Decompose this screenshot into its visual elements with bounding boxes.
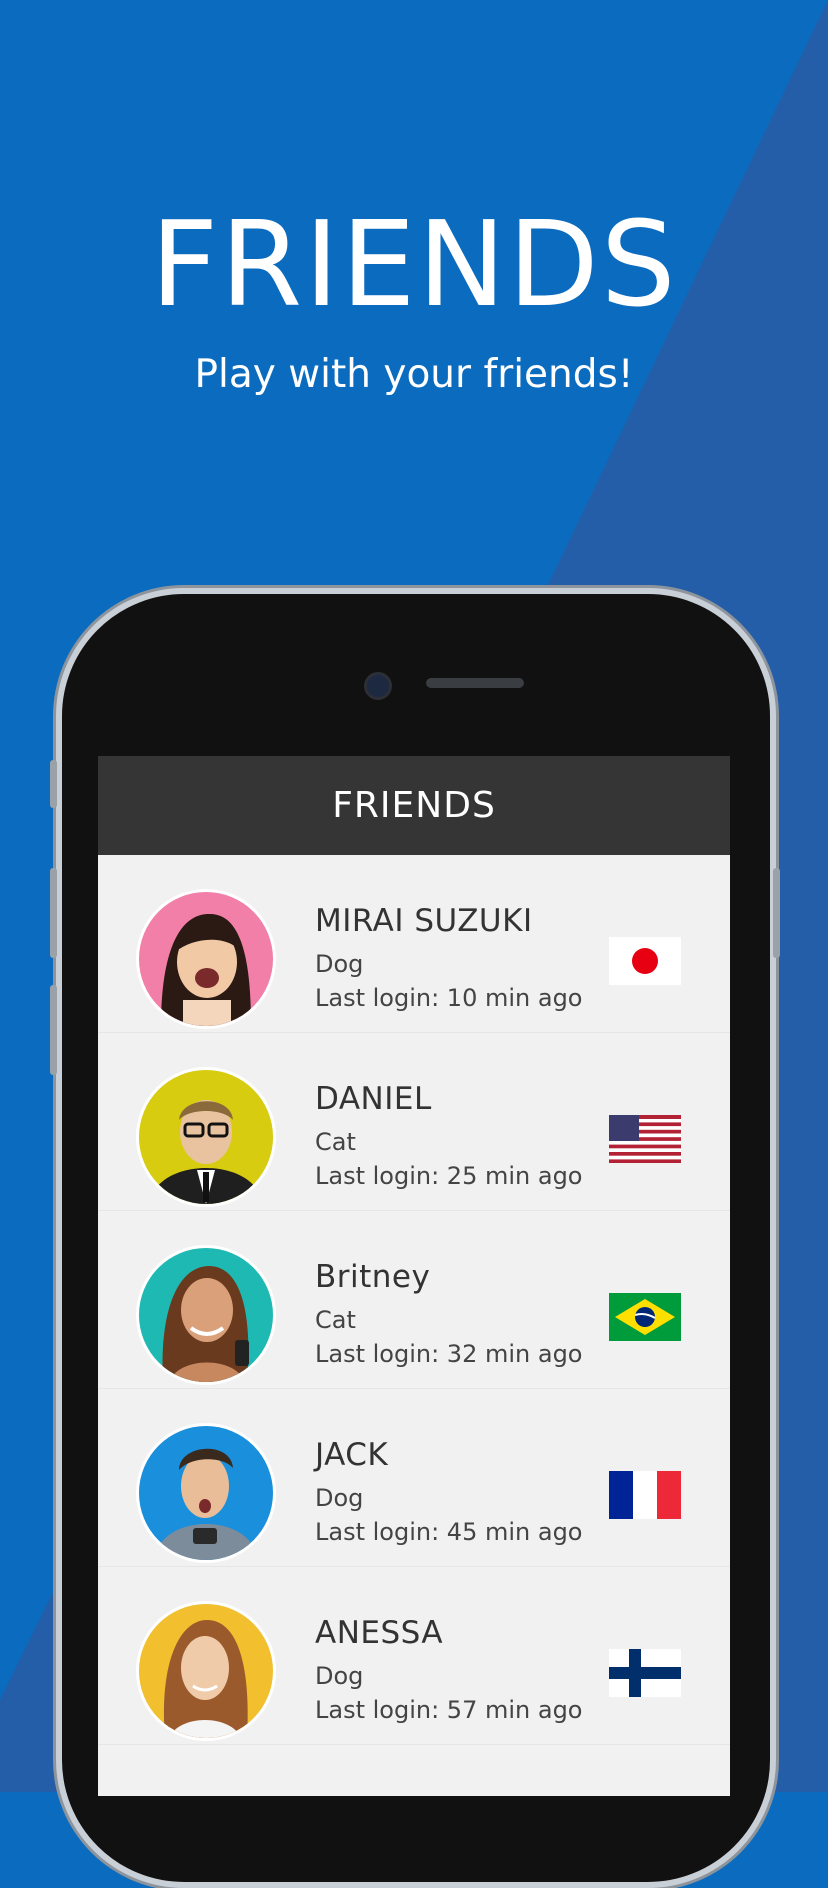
friend-last-login: Last login: 45 min ago [315, 1518, 583, 1546]
friend-name: JACK [315, 1437, 389, 1473]
friend-row[interactable]: Britney Cat Last login: 32 min ago [98, 1211, 730, 1389]
france-flag-icon [609, 1471, 681, 1519]
friends-list: MIRAI SUZUKI Dog Last login: 10 min ago [98, 855, 730, 1745]
promo-title: FRIENDS [150, 195, 678, 333]
friend-pet: Dog [315, 1662, 364, 1690]
friend-row[interactable]: JACK Dog Last login: 45 min ago [98, 1389, 730, 1567]
friend-pet: Cat [315, 1128, 356, 1156]
phone-power-button [773, 868, 780, 958]
promo-subtitle: Play with your friends! [194, 352, 634, 397]
front-camera [364, 672, 392, 700]
app-header: FRIENDS [98, 756, 730, 855]
friend-last-login: Last login: 57 min ago [315, 1696, 583, 1724]
finland-flag-icon [609, 1649, 681, 1697]
friend-last-login: Last login: 25 min ago [315, 1162, 583, 1190]
friend-pet: Dog [315, 1484, 364, 1512]
japan-flag-icon [609, 937, 681, 985]
friend-pet: Cat [315, 1306, 356, 1334]
app-screen: FRIENDS MIRAI SUZUKI Dog Last login: 10 … [98, 756, 730, 1796]
friend-name: Britney [315, 1259, 431, 1295]
usa-flag-icon [609, 1115, 681, 1163]
friend-row[interactable]: MIRAI SUZUKI Dog Last login: 10 min ago [98, 855, 730, 1033]
avatar [136, 1067, 276, 1207]
avatar [136, 1423, 276, 1563]
friend-last-login: Last login: 10 min ago [315, 984, 583, 1012]
friend-row[interactable]: DANIEL Cat Last login: 25 min ago [98, 1033, 730, 1211]
earpiece-speaker [426, 678, 524, 688]
friend-row[interactable]: ANESSA Dog Last login: 57 min ago [98, 1567, 730, 1745]
friend-name: ANESSA [315, 1615, 444, 1651]
avatar [136, 1601, 276, 1741]
phone-side-button [50, 760, 57, 808]
friend-last-login: Last login: 32 min ago [315, 1340, 583, 1368]
friend-name: MIRAI SUZUKI [315, 903, 533, 939]
brazil-flag-icon [609, 1293, 681, 1341]
friend-pet: Dog [315, 950, 364, 978]
phone-volume-down [50, 985, 57, 1075]
phone-volume-up [50, 868, 57, 958]
friend-name: DANIEL [315, 1081, 432, 1117]
avatar [136, 1245, 276, 1385]
avatar [136, 889, 276, 1029]
